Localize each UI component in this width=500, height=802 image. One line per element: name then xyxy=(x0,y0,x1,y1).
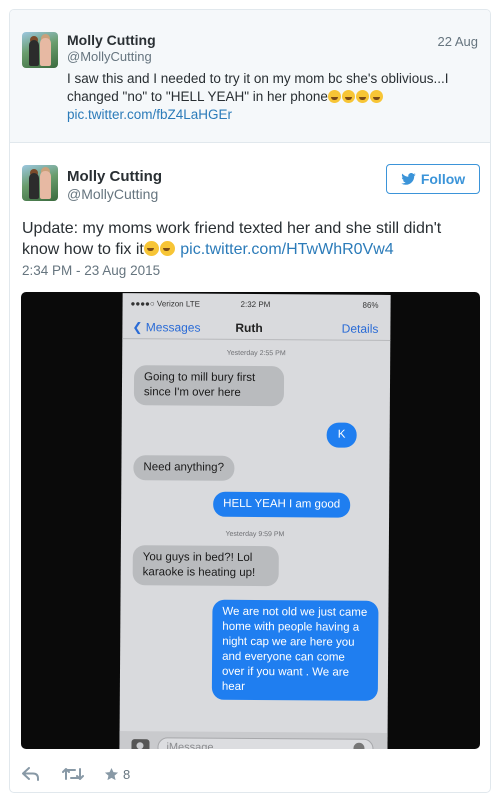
phone-status-bar: ●●●●○ Verizon LTE 2:32 PM 86% xyxy=(123,293,391,313)
author-handle[interactable]: @MollyCutting xyxy=(67,186,158,202)
messages-back-link: ❮ Messages xyxy=(132,320,201,335)
message-bubble: We are not old we just came home with pe… xyxy=(211,599,379,701)
tweet-actions: 8 xyxy=(22,765,482,785)
battery-label: 86% xyxy=(362,300,379,310)
retweet-button[interactable] xyxy=(62,767,84,786)
contact-name: Ruth xyxy=(235,320,263,336)
avatar[interactable] xyxy=(22,32,58,68)
favorite-count: 8 xyxy=(123,767,131,782)
quoted-photo-link[interactable]: pic.twitter.com/fbZ4LaHGEr xyxy=(67,107,232,122)
message-bubble: You guys in bed?! Lol karaoke is heating… xyxy=(132,545,279,587)
quoted-author-name[interactable]: Molly Cutting xyxy=(67,32,156,48)
follow-label: Follow xyxy=(420,171,466,187)
message-bubble: K xyxy=(326,422,357,448)
reply-icon xyxy=(22,767,39,781)
phone-screenshot: ●●●●○ Verizon LTE 2:32 PM 86% ❮ Messages… xyxy=(119,293,391,749)
message-timestamp: Yesterday 9:59 PM xyxy=(225,530,285,539)
carrier-label: ●●●●○ Verizon LTE xyxy=(130,299,200,309)
quoted-author-handle[interactable]: @MollyCutting xyxy=(67,49,152,64)
tweet-timestamp[interactable]: 2:34 PM - 23 Aug 2015 xyxy=(22,263,160,278)
imessage-placeholder: iMessage xyxy=(166,741,214,749)
back-label: Messages xyxy=(145,320,201,335)
quoted-text: I saw this and I needed to try it on my … xyxy=(67,71,449,104)
quoted-tweet[interactable]: Molly Cutting @MollyCutting 22 Aug I saw… xyxy=(10,10,490,143)
joy-emoji-icon xyxy=(159,241,175,256)
messages-nav-bar: ❮ Messages Ruth Details xyxy=(122,311,391,341)
details-link: Details xyxy=(341,321,379,336)
quoted-date[interactable]: 22 Aug xyxy=(438,34,479,49)
star-icon xyxy=(104,767,119,781)
quoted-tweet-text: I saw this and I needed to try it on my … xyxy=(67,70,482,124)
phone-clock: 2:32 PM xyxy=(240,299,271,310)
tweet-photo-link[interactable]: pic.twitter.com/HTwWhR0Vw4 xyxy=(180,241,393,258)
joy-emoji-icon xyxy=(143,241,159,256)
message-bubble: HELL YEAH I am good xyxy=(213,491,351,518)
follow-button[interactable]: Follow xyxy=(386,164,480,194)
joy-emoji-icon xyxy=(327,90,341,103)
message-input-bar: iMessage xyxy=(119,731,388,749)
twitter-bird-icon xyxy=(401,173,416,185)
tweet-text: Update: my moms work friend texted her a… xyxy=(22,218,482,260)
tweet-embed: Molly Cutting @MollyCutting 22 Aug I saw… xyxy=(9,9,491,793)
retweet-icon xyxy=(62,768,84,780)
joy-emoji-icon xyxy=(355,90,369,103)
imessage-field: iMessage xyxy=(157,737,374,749)
reply-button[interactable] xyxy=(22,767,40,786)
avatar[interactable] xyxy=(22,165,58,201)
message-bubble: Need anything? xyxy=(133,455,235,481)
tweet-photo[interactable]: ●●●●○ Verizon LTE 2:32 PM 86% ❮ Messages… xyxy=(21,292,480,749)
message-timestamp: Yesterday 2:55 PM xyxy=(226,349,286,358)
author-name[interactable]: Molly Cutting xyxy=(67,168,162,185)
sob-emoji-icon xyxy=(341,90,355,103)
message-bubble: Going to mill bury first since I'm over … xyxy=(133,365,285,407)
favorite-button[interactable]: 8 xyxy=(104,767,130,782)
camera-icon xyxy=(131,739,150,749)
microphone-icon xyxy=(353,742,365,749)
sob-emoji-icon xyxy=(369,90,383,103)
